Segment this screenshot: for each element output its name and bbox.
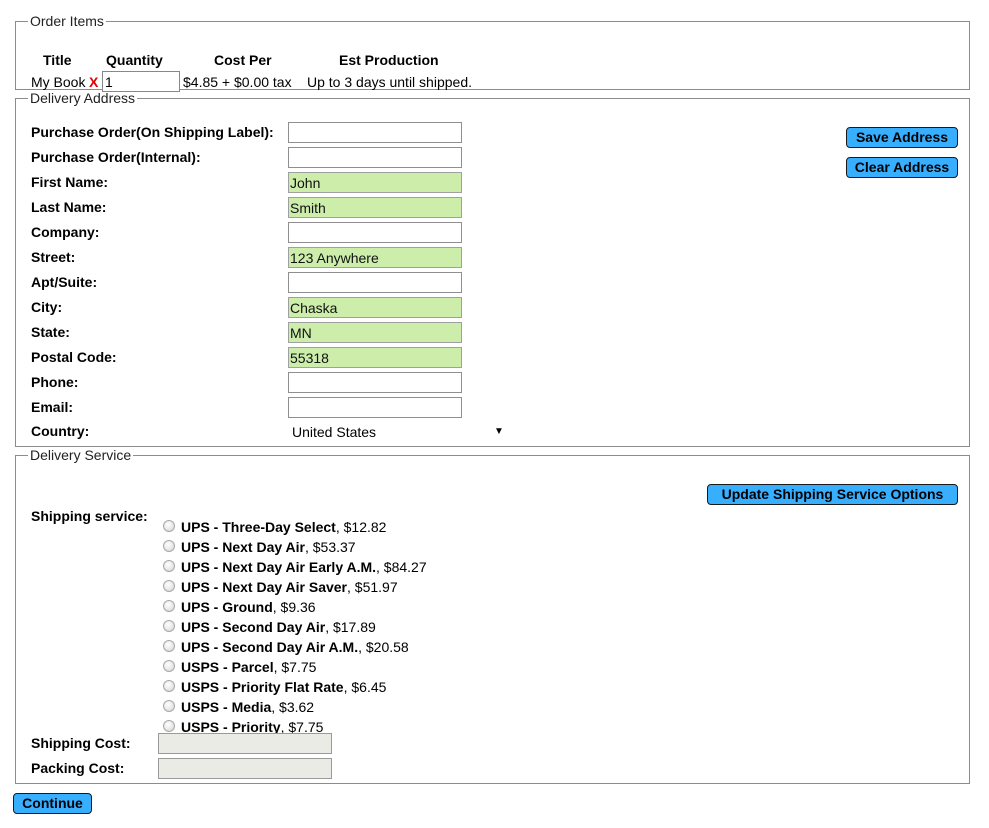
radio-button[interactable] <box>163 520 175 532</box>
shipping-option-price: , $7.75 <box>273 659 317 675</box>
header-cost-per: Cost Per <box>214 52 272 68</box>
shipping-option-name: UPS - Second Day Air A.M. <box>181 639 359 655</box>
radio-button[interactable] <box>163 580 175 592</box>
item-title: My Book <box>31 74 86 90</box>
radio-button[interactable] <box>163 660 175 672</box>
shipping-option-name: UPS - Second Day Air <box>181 619 326 635</box>
header-quantity: Quantity <box>106 52 163 68</box>
shipping-option-text: UPS - Second Day Air A.M., $20.58 <box>181 639 409 655</box>
last-name-input[interactable] <box>288 197 462 218</box>
po-shipping-label: Purchase Order(On Shipping Label): <box>31 124 274 140</box>
shipping-option-price: , $20.58 <box>358 639 409 655</box>
shipping-option-name: UPS - Next Day Air <box>181 539 305 555</box>
shipping-option-text: USPS - Media, $3.62 <box>181 699 314 715</box>
delivery-service-legend: Delivery Service <box>30 447 132 463</box>
email-label: Email: <box>31 399 74 415</box>
remove-item-x-icon[interactable]: X <box>89 74 98 90</box>
shipping-option-price: , $12.82 <box>335 519 387 535</box>
po-internal-label: Purchase Order(Internal): <box>31 149 201 165</box>
city-input[interactable] <box>288 297 462 318</box>
country-value: United States <box>292 424 377 440</box>
first-name-input[interactable] <box>288 172 462 193</box>
continue-button[interactable]: Continue <box>13 793 92 814</box>
packing-cost-field <box>158 758 332 779</box>
shipping-option-name: UPS - Next Day Air Saver <box>181 579 347 595</box>
radio-button[interactable] <box>163 640 175 652</box>
shipping-option-text: USPS - Parcel, $7.75 <box>181 659 316 675</box>
item-cost: $4.85 + $0.00 tax <box>183 74 292 90</box>
shipping-cost-field <box>158 733 332 754</box>
state-input[interactable] <box>288 322 462 343</box>
packing-cost-label: Packing Cost: <box>31 760 125 776</box>
shipping-option-price: , $9.36 <box>272 599 316 615</box>
order-items-legend: Order Items <box>30 13 104 29</box>
clear-address-button[interactable]: Clear Address <box>846 157 958 178</box>
shipping-option-text: UPS - Three-Day Select, $12.82 <box>181 519 386 535</box>
shipping-option-price: , $84.27 <box>376 559 427 575</box>
header-title: Title <box>43 52 72 68</box>
shipping-option-price: , $3.62 <box>271 699 315 715</box>
po-internal-input[interactable] <box>288 147 462 168</box>
radio-button[interactable] <box>163 540 175 552</box>
shipping-cost-label: Shipping Cost: <box>31 735 131 751</box>
radio-button[interactable] <box>163 600 175 612</box>
shipping-option-price: , $17.89 <box>325 619 376 635</box>
shipping-option-text: UPS - Second Day Air, $17.89 <box>181 619 376 635</box>
email-input[interactable] <box>288 397 462 418</box>
postal-code-input[interactable] <box>288 347 462 368</box>
last-name-label: Last Name: <box>31 199 107 215</box>
radio-button[interactable] <box>163 680 175 692</box>
delivery-address-section: Delivery Address Save Address Clear Addr… <box>15 90 970 447</box>
phone-label: Phone: <box>31 374 79 390</box>
delivery-address-legend: Delivery Address <box>30 90 136 106</box>
save-address-button[interactable]: Save Address <box>846 127 958 148</box>
postal-code-label: Postal Code: <box>31 349 117 365</box>
country-label: Country: <box>31 423 90 439</box>
item-production: Up to 3 days until shipped. <box>307 74 472 90</box>
update-shipping-options-button[interactable]: Update Shipping Service Options <box>707 484 958 505</box>
first-name-label: First Name: <box>31 174 109 190</box>
radio-button[interactable] <box>163 720 175 732</box>
street-label: Street: <box>31 249 76 265</box>
radio-button[interactable] <box>163 620 175 632</box>
phone-input[interactable] <box>288 372 462 393</box>
shipping-option-price: , $51.97 <box>347 579 398 595</box>
shipping-option-price: , $53.37 <box>304 539 356 555</box>
radio-button[interactable] <box>163 700 175 712</box>
state-label: State: <box>31 324 70 340</box>
shipping-option-text: UPS - Next Day Air Early A.M., $84.27 <box>181 559 427 575</box>
shipping-option-name: USPS - Media <box>181 699 272 715</box>
delivery-service-section: Delivery Service Update Shipping Service… <box>15 447 970 784</box>
shipping-option-text: USPS - Priority Flat Rate, $6.45 <box>181 679 386 695</box>
shipping-service-label: Shipping service: <box>31 508 148 524</box>
shipping-option-text: UPS - Next Day Air, $53.37 <box>181 539 356 555</box>
shipping-option-name: USPS - Parcel <box>181 659 274 675</box>
triangle-down-icon: ▼ <box>494 426 504 437</box>
shipping-option-name: UPS - Three-Day Select <box>181 519 336 535</box>
po-shipping-input[interactable] <box>288 122 462 143</box>
company-label: Company: <box>31 224 100 240</box>
shipping-option-name: UPS - Next Day Air Early A.M. <box>181 559 377 575</box>
apt-label: Apt/Suite: <box>31 274 98 290</box>
company-input[interactable] <box>288 222 462 243</box>
shipping-option-text: UPS - Next Day Air Saver, $51.97 <box>181 579 398 595</box>
shipping-option-name: UPS - Ground <box>181 599 273 615</box>
apt-input[interactable] <box>288 272 462 293</box>
header-est-production: Est Production <box>339 52 439 68</box>
radio-button[interactable] <box>163 560 175 572</box>
street-input[interactable] <box>288 247 462 268</box>
quantity-input[interactable] <box>102 71 180 92</box>
shipping-option-text: UPS - Ground, $9.36 <box>181 599 316 615</box>
shipping-option-name: USPS - Priority Flat Rate <box>181 679 344 695</box>
city-label: City: <box>31 299 63 315</box>
order-items-section: Order Items Title Quantity Cost Per Est … <box>15 13 970 92</box>
shipping-option-price: , $6.45 <box>343 679 387 695</box>
